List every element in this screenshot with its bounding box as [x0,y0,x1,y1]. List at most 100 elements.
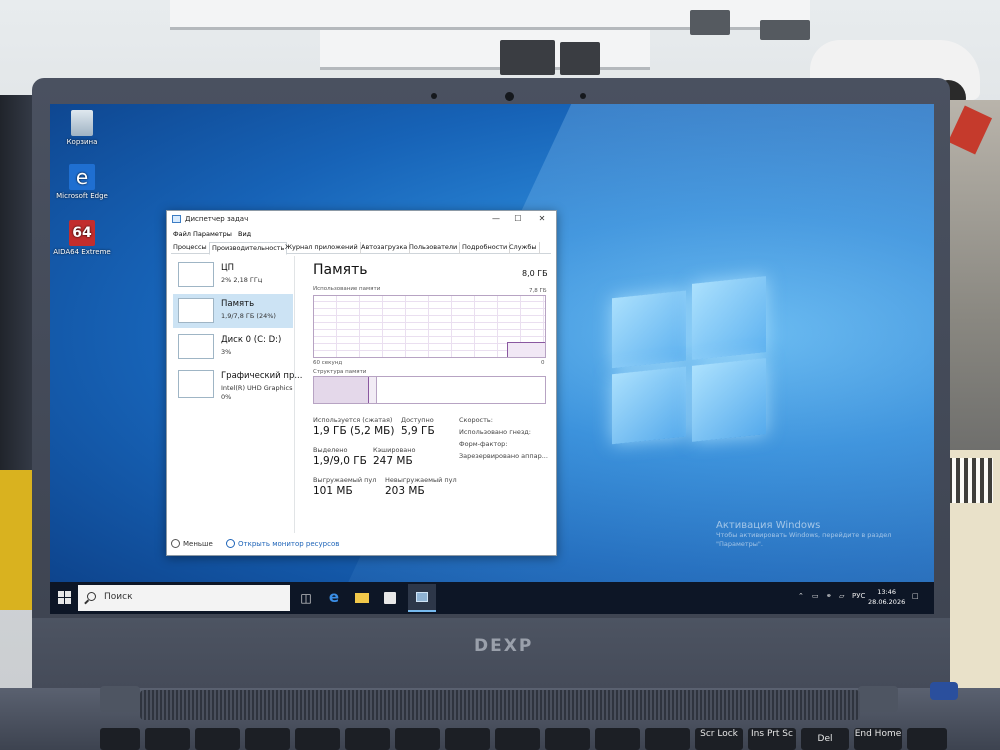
graph-time-end: 0 [541,360,545,366]
minimize-button[interactable]: — [487,213,505,225]
panel-title: Память [313,262,368,278]
show-hidden-icons-chevron[interactable]: ⌃ [798,592,804,600]
maximize-button[interactable]: ☐ [509,213,527,225]
insert-key[interactable]: Ins Prt Sc [748,728,796,750]
keyboard-key[interactable] [345,728,390,750]
system-clock[interactable]: 13:46 28.06.2026 [868,587,905,607]
menu-options[interactable]: Параметры [193,230,232,238]
windows-logo-icon [58,591,64,597]
modified-segment [369,377,378,403]
sidebar-item-cpu[interactable]: ЦП 2% 2,18 ГГц [173,258,293,292]
qr-code [948,458,993,503]
keyboard-key[interactable] [295,728,340,750]
tab-users[interactable]: Пользователи [407,242,461,254]
start-button[interactable] [58,591,72,605]
keyboard-key[interactable] [595,728,640,750]
title-bar[interactable]: Диспетчер задач — ☐ ✕ [167,211,556,228]
form-factor-label: Форм-фактор: [459,440,508,448]
keyboard-key[interactable] [245,728,290,750]
nonpaged-pool-value: 203 МБ [385,485,425,497]
keyboard-key[interactable] [100,728,140,750]
committed-value: 1,9/9,0 ГБ [313,455,367,467]
delete-key[interactable]: Del [801,728,849,750]
sidebar-item-disk[interactable]: Диск 0 (C: D:) 3% [173,330,293,364]
windows-logo-icon [65,598,71,604]
desktop-icon-recycle-bin[interactable]: Корзина [52,110,112,146]
tab-performance[interactable]: Производительность [209,242,288,255]
task-manager-window: Диспетчер задач — ☐ ✕ Файл Параметры Вид… [166,210,557,556]
webcam [505,92,514,101]
available-value: 5,9 ГБ [401,425,435,437]
keyboard-key[interactable] [907,728,947,750]
edge-icon[interactable]: e [324,588,344,608]
close-button[interactable]: ✕ [533,213,551,225]
sidebar-item-label: Память [221,299,255,309]
network-globe-icon[interactable]: ⚭ [826,592,832,600]
edge-icon: e [69,164,95,190]
keyboard-key[interactable] [395,728,440,750]
aida64-icon: 64 [69,220,95,246]
task-manager-taskbar-button[interactable] [408,584,436,612]
taskbar-search-box[interactable]: Поиск [78,585,290,611]
laptop-brand-logo: DEXP [474,636,534,656]
sidebar-item-label: Диск 0 (C: D:) [221,335,282,345]
menu-file[interactable]: Файл [173,230,191,238]
desktop-icon-label: AIDA64 Extreme [53,248,111,256]
language-indicator[interactable]: РУС [852,592,865,600]
paged-pool-label: Выгружаемый пул [313,476,377,484]
logo-pane [692,358,766,442]
memory-total: 8,0 ГБ [522,269,548,278]
keyboard-key[interactable] [545,728,590,750]
resource-monitor-label: Открыть монитор ресурсов [238,540,340,548]
tab-bar: Процессы Производительность Журнал прило… [171,242,551,255]
battery-icon[interactable]: ▭ [812,592,819,600]
tab-startup[interactable]: Автозагрузка [359,242,411,254]
shelf-product [500,40,555,75]
memory-composition-bar[interactable] [313,376,546,404]
desktop-icon-label: Microsoft Edge [56,192,108,200]
graph-time-label: 60 секунд [313,360,343,366]
windows-logo-wallpaper [612,276,770,449]
end-key[interactable]: End Home [854,728,902,750]
disk-mini-graph [178,334,214,359]
shelf-product [560,42,600,75]
logo-pane [612,290,686,369]
tab-services[interactable]: Службы [507,242,540,254]
open-resource-monitor-link[interactable]: Открыть монитор ресурсов [226,539,339,548]
windows-logo-icon [58,598,64,604]
tab-app-history[interactable]: Журнал приложений [283,242,361,254]
gpu-mini-graph [178,370,214,398]
clock-time: 13:46 [877,588,896,596]
in-use-segment [314,377,370,403]
keyboard-key[interactable] [145,728,190,750]
usage-graph-label: Использование памяти [313,286,381,292]
keyboard-key[interactable] [195,728,240,750]
keyboard-key[interactable] [445,728,490,750]
menu-view[interactable]: Вид [238,230,251,238]
sidebar-item-gpu[interactable]: Графический пр... Intel(R) UHD Graphics … [173,366,302,406]
notifications-icon[interactable]: □ [912,592,919,600]
search-placeholder: Поиск [104,592,133,602]
memory-usage-fill [507,342,545,357]
speaker-grille [140,690,860,720]
window-title: Диспетчер задач [185,215,249,223]
keyboard-key[interactable] [645,728,690,750]
tab-processes[interactable]: Процессы [171,242,210,254]
sidebar-item-memory[interactable]: Память 1,9/7,8 ГБ (24%) [173,294,293,328]
fewer-details-button[interactable]: Меньше [171,539,213,548]
speed-label: Скорость: [459,416,493,424]
store-shelf [320,30,650,70]
desktop-icon-aida64[interactable]: 64 AIDA64 Extreme [52,220,112,256]
bag-shape [384,592,396,604]
scroll-lock-key[interactable]: Scr Lock [695,728,743,750]
file-explorer-icon[interactable] [352,588,372,608]
task-view-icon[interactable]: ◫ [296,588,316,608]
activation-text: "Параметры". [716,540,763,548]
power-button[interactable] [930,682,958,700]
volume-icon[interactable]: ▱ [839,592,844,600]
keyboard-key[interactable] [495,728,540,750]
desktop-icon-label: Корзина [66,138,98,146]
desktop-icon-edge[interactable]: e Microsoft Edge [52,164,112,200]
store-icon[interactable] [380,588,400,608]
tab-details[interactable]: Подробности [460,242,511,254]
